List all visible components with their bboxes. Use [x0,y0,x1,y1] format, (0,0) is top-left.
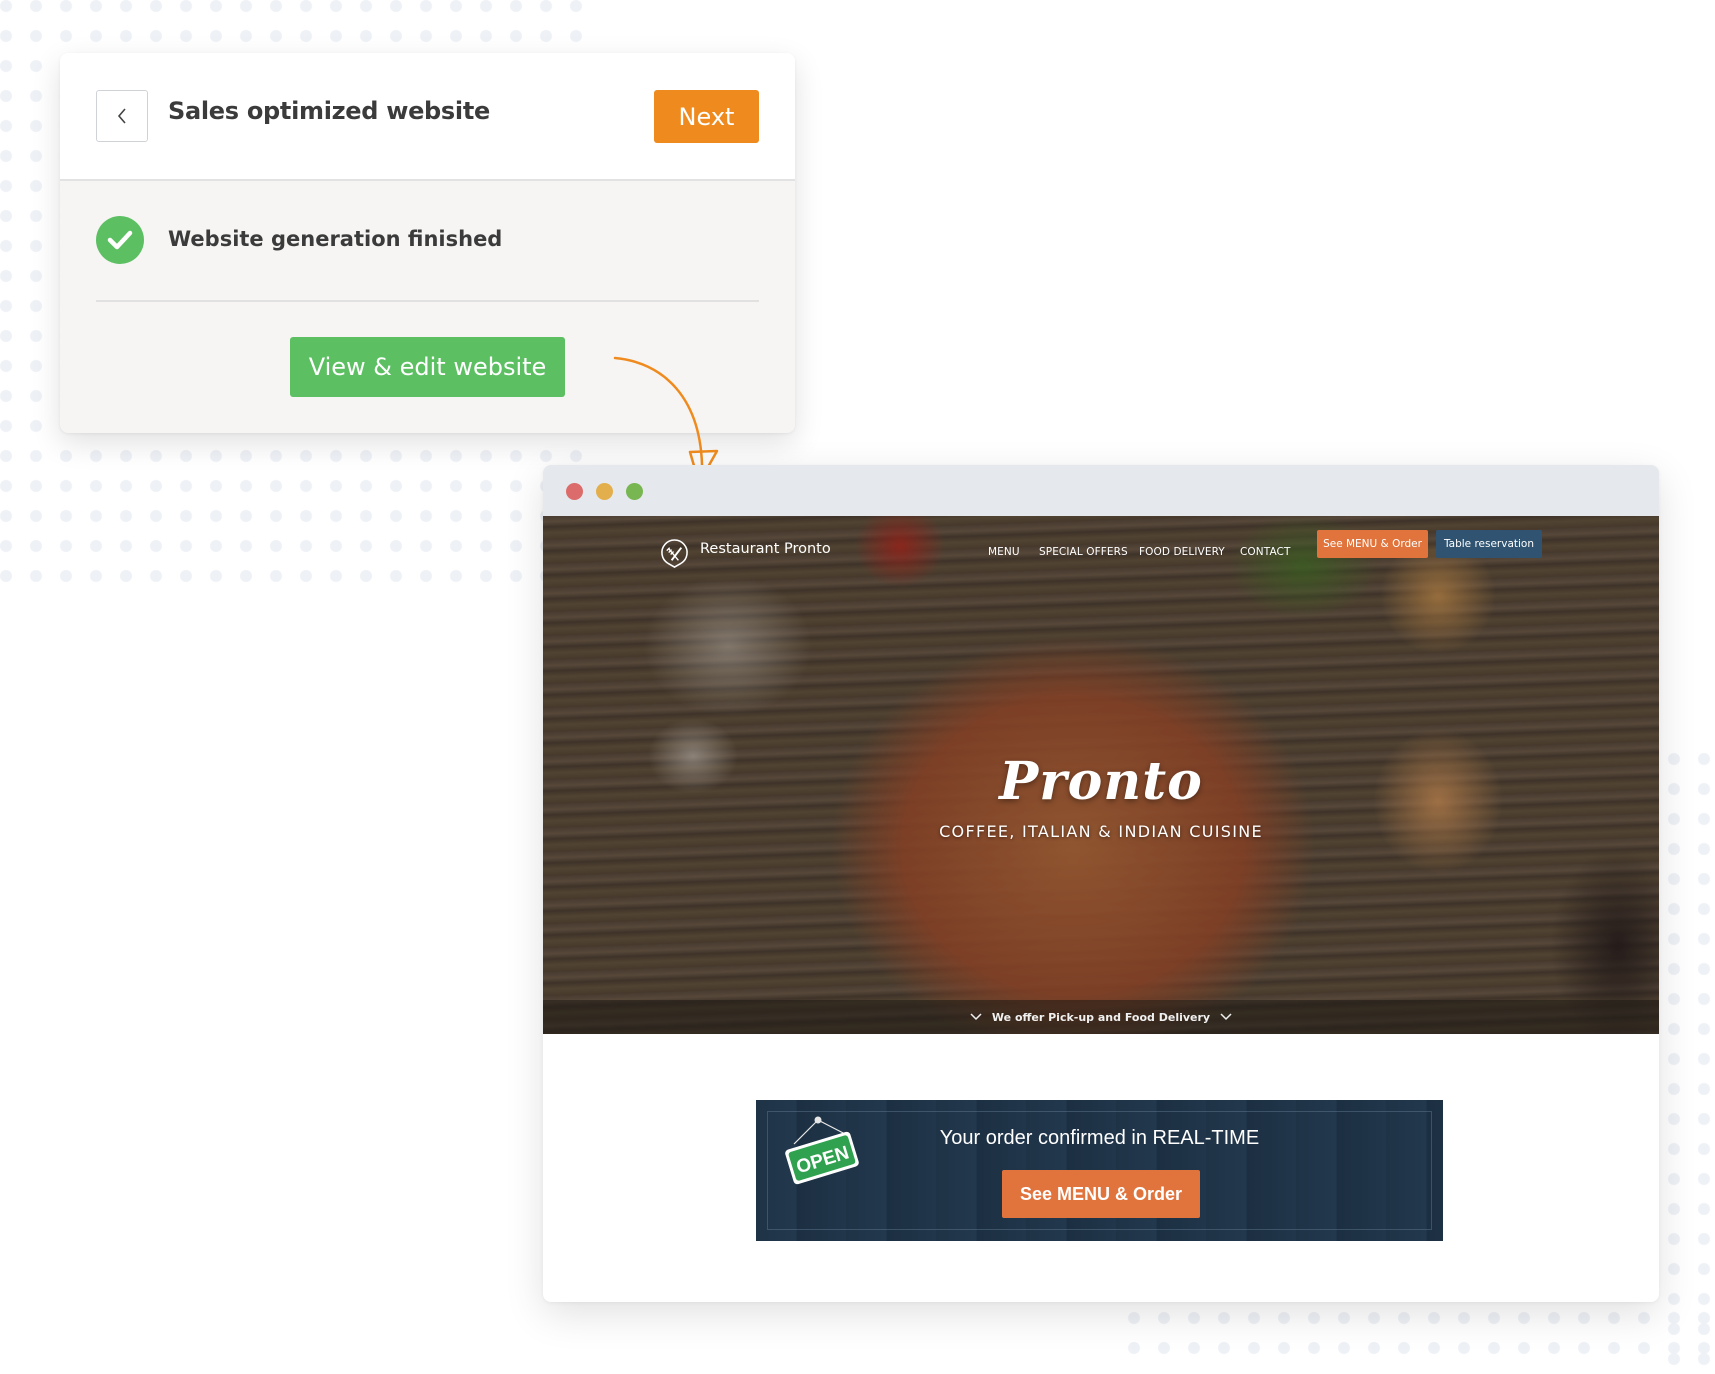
fork-knife-icon [661,539,688,568]
chevron-down-icon [970,1013,982,1021]
order-banner-headline: Your order confirmed in REAL-TIME [939,1127,1260,1149]
background-dot-pattern [1119,1303,1715,1363]
wizard-header: Sales optimized website Next [60,53,795,181]
minimize-window-dot[interactable] [596,483,613,500]
nav-special-offers[interactable]: SPECIAL OFFERS [1039,546,1128,558]
chevron-left-icon [117,108,126,124]
chevron-down-icon [1220,1013,1232,1021]
browser-titlebar [543,465,1659,516]
see-menu-order-button[interactable]: See MENU & Order [1002,1170,1200,1218]
order-banner: OPEN Your order confirmed in REAL-TIME S… [756,1100,1443,1241]
pickup-delivery-text: We offer Pick-up and Food Delivery [991,1010,1211,1024]
back-button[interactable] [96,90,148,142]
status-message: Website generation finished [168,227,503,251]
maximize-window-dot[interactable] [626,483,643,500]
divider [96,300,759,302]
hero-title: Pronto [999,751,1203,812]
browser-window: Restaurant Pronto MENU SPECIAL OFFERS FO… [543,465,1659,1302]
view-edit-website-button[interactable]: View & edit website [290,337,565,397]
hero-subtitle: COFFEE, ITALIAN & INDIAN CUISINE [939,822,1263,841]
nav-table-reservation-button[interactable]: Table reservation [1436,530,1542,558]
nav-food-delivery[interactable]: FOOD DELIVERY [1139,546,1225,558]
hero-section: Restaurant Pronto MENU SPECIAL OFFERS FO… [543,516,1659,1034]
page-title: Sales optimized website [168,97,490,125]
nav-menu[interactable]: MENU [988,546,1020,558]
next-button[interactable]: Next [654,90,759,143]
nav-see-menu-order-button[interactable]: See MENU & Order [1317,530,1428,558]
close-window-dot[interactable] [566,483,583,500]
pickup-delivery-strip[interactable]: We offer Pick-up and Food Delivery [543,1000,1659,1034]
site-brand-name[interactable]: Restaurant Pronto [700,541,831,557]
nav-contact[interactable]: CONTACT [1240,546,1291,558]
check-circle-icon [96,216,144,264]
